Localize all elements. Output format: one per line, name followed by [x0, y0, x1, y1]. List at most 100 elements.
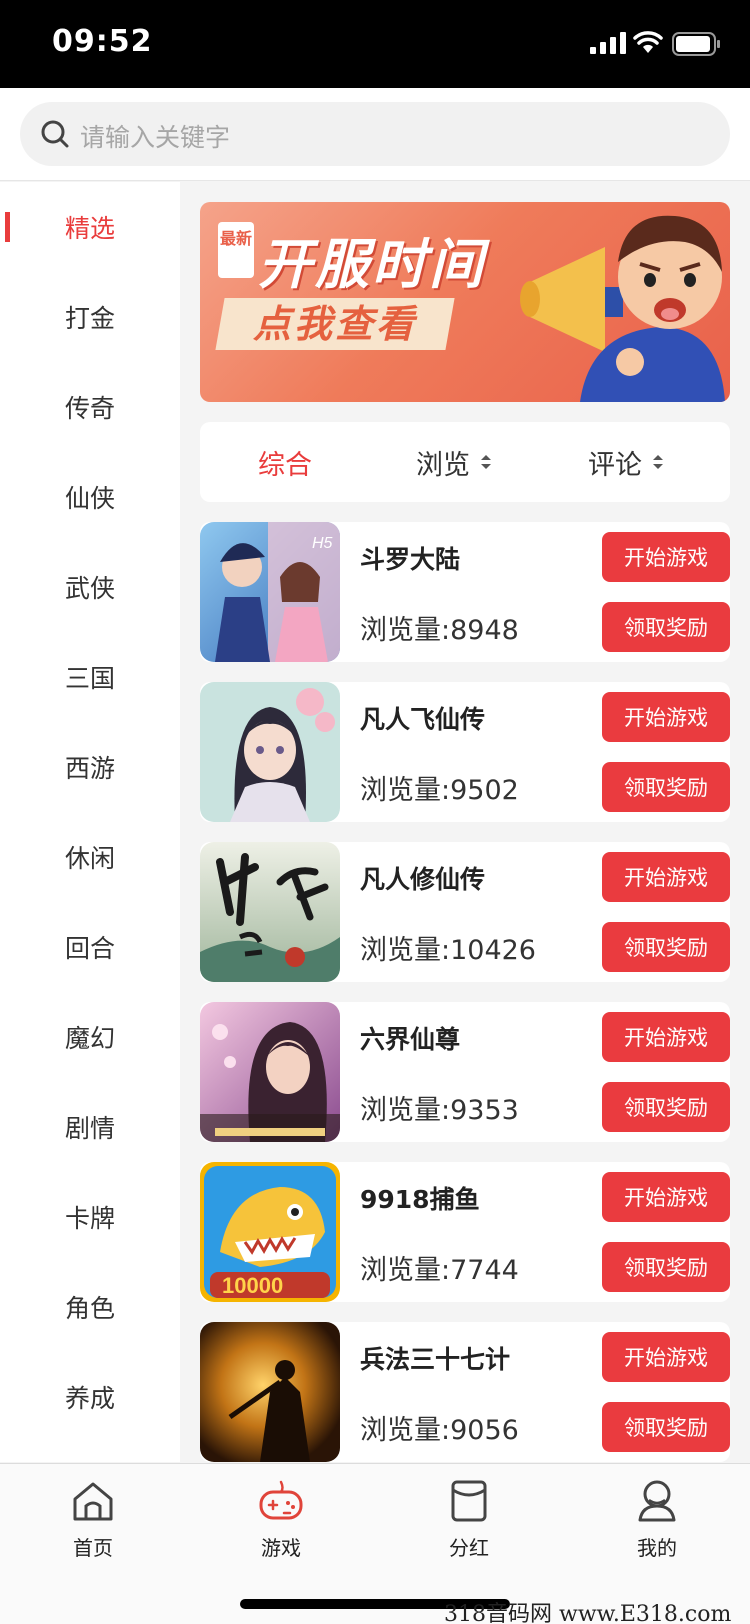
game-cover-image: H5	[200, 522, 340, 662]
claim-reward-button[interactable]: 领取奖励	[602, 602, 730, 652]
home-icon	[73, 1482, 113, 1521]
game-thumbnail[interactable]: 10000	[200, 1162, 340, 1302]
game-cover-image	[200, 682, 340, 822]
sort-comprehensive[interactable]: 综合	[258, 422, 312, 502]
cellular-signal-icon	[590, 32, 626, 54]
sidebar-item-featured[interactable]: 精选	[0, 182, 180, 272]
tab-home[interactable]: 首页	[33, 1478, 153, 1561]
sidebar-item-label: 三国	[64, 664, 115, 693]
game-card[interactable]: 凡人飞仙传 浏览量:9502 开始游戏 领取奖励	[200, 682, 730, 822]
user-icon	[638, 1480, 676, 1522]
sort-label: 浏览	[416, 449, 470, 481]
svg-text:10000: 10000	[222, 1273, 283, 1298]
bottom-tab-bar: 首页 游戏 分红 我的 318音码网 www.E318.com	[0, 1463, 750, 1624]
sidebar-item-nurture[interactable]: 养成	[0, 1352, 180, 1442]
start-game-button[interactable]: 开始游戏	[602, 1332, 730, 1382]
watermark-text: 318音码网 www.E318.com	[444, 1602, 732, 1624]
sort-label: 综合	[258, 449, 312, 481]
start-game-button[interactable]: 开始游戏	[602, 532, 730, 582]
sidebar-item-label: 卡牌	[64, 1204, 115, 1233]
game-card[interactable]: 凡人修仙传 浏览量:10426 开始游戏 领取奖励	[200, 842, 730, 982]
sort-comments[interactable]: 评论	[588, 422, 664, 502]
sidebar-item-role[interactable]: 角色	[0, 1262, 180, 1352]
game-thumbnail[interactable]	[200, 842, 340, 982]
wallet-icon	[451, 1480, 487, 1522]
tab-label: 我的	[637, 1536, 677, 1560]
status-bar: 09:52	[0, 0, 750, 88]
sidebar-item-fantasy[interactable]: 魔幻	[0, 992, 180, 1082]
game-card[interactable]: 六界仙尊 浏览量:9353 开始游戏 领取奖励	[200, 1002, 730, 1142]
main-content: 最新 开服时间 点我查看 综合 浏览 评论 H5 斗罗大陆 浏览量:8948 开…	[200, 182, 730, 1462]
banner-cta-label: 点我查看	[252, 302, 417, 346]
game-views: 浏览量:10426	[360, 935, 536, 966]
sidebar-item-label: 武侠	[64, 574, 115, 603]
sidebar-item-label: 魔幻	[64, 1024, 115, 1053]
sidebar-item-card[interactable]: 卡牌	[0, 1172, 180, 1262]
game-views: 浏览量:9502	[360, 775, 519, 806]
claim-reward-button[interactable]: 领取奖励	[602, 1402, 730, 1452]
sort-arrows-icon	[481, 455, 491, 469]
game-name: 凡人飞仙传	[360, 705, 486, 734]
sidebar-item-label: 传奇	[64, 394, 115, 423]
game-card[interactable]: H5 斗罗大陆 浏览量:8948 开始游戏 领取奖励	[200, 522, 730, 662]
claim-reward-button[interactable]: 领取奖励	[602, 1082, 730, 1132]
claim-reward-button[interactable]: 领取奖励	[602, 922, 730, 972]
game-cover-image	[200, 1322, 340, 1462]
status-time: 09:52	[52, 24, 153, 59]
sidebar-item-casual[interactable]: 休闲	[0, 812, 180, 902]
game-card[interactable]: 兵法三十七计 浏览量:9056 开始游戏 领取奖励	[200, 1322, 730, 1462]
tab-mine[interactable]: 我的	[597, 1478, 717, 1561]
game-views: 浏览量:9353	[360, 1095, 519, 1126]
sidebar-item-legend[interactable]: 传奇	[0, 362, 180, 452]
sidebar-item-label: 打金	[64, 304, 115, 333]
game-thumbnail[interactable]: H5	[200, 522, 340, 662]
sidebar-item-label: 仙侠	[64, 484, 115, 513]
search-placeholder: 请输入关键字	[80, 123, 231, 152]
game-thumbnail[interactable]	[200, 682, 340, 822]
game-cover-image: 10000	[200, 1162, 340, 1302]
game-name: 凡人修仙传	[360, 865, 486, 894]
banner-cta: 点我查看	[215, 298, 455, 350]
claim-reward-button[interactable]: 领取奖励	[602, 1242, 730, 1292]
sidebar-item-dajin[interactable]: 打金	[0, 272, 180, 362]
game-card[interactable]: 10000 9918捕鱼 浏览量:7744 开始游戏 领取奖励	[200, 1162, 730, 1302]
sidebar-item-story[interactable]: 剧情	[0, 1082, 180, 1172]
start-game-button[interactable]: 开始游戏	[602, 1172, 730, 1222]
sort-views[interactable]: 浏览	[416, 422, 492, 502]
start-game-button[interactable]: 开始游戏	[602, 852, 730, 902]
sidebar-item-xianxia[interactable]: 仙侠	[0, 452, 180, 542]
game-name: 9918捕鱼	[360, 1185, 480, 1214]
server-schedule-banner[interactable]: 最新 开服时间 点我查看	[200, 202, 730, 402]
game-thumbnail[interactable]	[200, 1002, 340, 1142]
game-thumbnail[interactable]	[200, 1322, 340, 1462]
game-name: 斗罗大陆	[360, 545, 461, 574]
banner-headline: 开服时间	[258, 233, 486, 296]
tab-label: 游戏	[261, 1536, 301, 1560]
sort-label: 评论	[588, 449, 642, 481]
sidebar-item-three-kingdoms[interactable]: 三国	[0, 632, 180, 722]
sidebar-item-wuxia[interactable]: 武侠	[0, 542, 180, 632]
game-views: 浏览量:8948	[360, 615, 519, 646]
sidebar-item-label: 回合	[64, 934, 115, 963]
category-sidebar: 精选 打金 传奇 仙侠 武侠 三国 西游 休闲 回合 魔幻 剧情 卡牌 角色 养…	[0, 182, 180, 1462]
sidebar-item-label: 角色	[64, 1294, 115, 1323]
search-input[interactable]: 请输入关键字	[20, 102, 730, 166]
game-views: 浏览量:9056	[360, 1415, 519, 1446]
wifi-icon	[633, 31, 663, 53]
svg-text:H5: H5	[312, 535, 333, 552]
tab-games[interactable]: 游戏	[221, 1478, 341, 1561]
start-game-button[interactable]: 开始游戏	[602, 1012, 730, 1062]
claim-reward-button[interactable]: 领取奖励	[602, 762, 730, 812]
banner-new-tag: 最新	[218, 222, 254, 278]
tab-dividend[interactable]: 分红	[409, 1478, 529, 1561]
battery-icon	[672, 32, 720, 56]
game-name: 六界仙尊	[360, 1025, 461, 1054]
sort-arrows-icon	[653, 455, 663, 469]
megaphone-mascot-illustration	[520, 215, 725, 402]
start-game-button[interactable]: 开始游戏	[602, 692, 730, 742]
sidebar-item-journey-west[interactable]: 西游	[0, 722, 180, 812]
sidebar-item-label: 剧情	[64, 1114, 115, 1143]
sort-bar: 综合 浏览 评论	[200, 422, 730, 502]
sidebar-item-label: 精选	[64, 214, 115, 243]
sidebar-item-turn-based[interactable]: 回合	[0, 902, 180, 992]
